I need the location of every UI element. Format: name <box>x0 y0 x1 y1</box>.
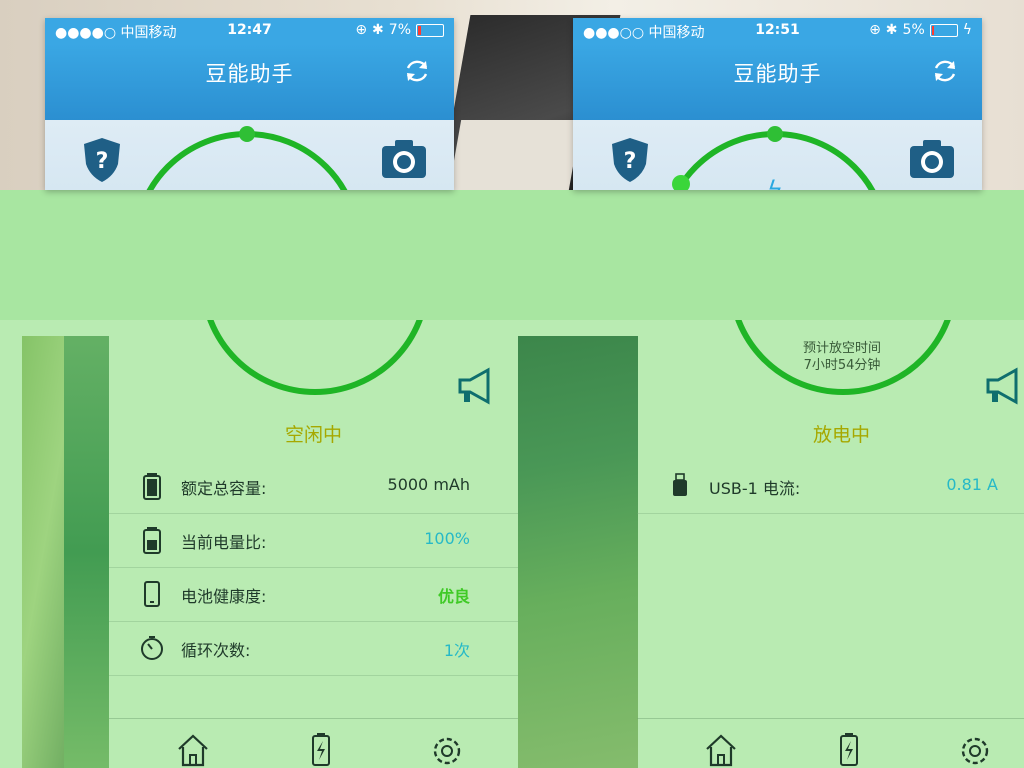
camera-icon[interactable] <box>380 138 428 180</box>
battery-percent: 7% <box>388 22 411 38</box>
battery-health-label: 电池健康度: <box>181 587 267 606</box>
list-item: 额定总容量: 5000 mAh <box>109 460 518 514</box>
charge-icon[interactable] <box>831 731 867 767</box>
timer-icon <box>141 636 163 660</box>
tab-bar <box>109 718 518 768</box>
svg-text:ϟ: ϟ <box>767 176 783 190</box>
refresh-icon[interactable] <box>930 56 960 86</box>
eta-value: 7小时54分钟 <box>803 358 881 373</box>
camera-icon[interactable] <box>908 138 956 180</box>
battery-icon <box>929 23 958 37</box>
help-shield-icon[interactable]: ? <box>609 136 651 184</box>
info-list: USB-1 电流: 0.81 A <box>637 460 1024 514</box>
phone-icon <box>144 581 160 607</box>
device-state: 空闲中 <box>284 424 342 446</box>
list-item: 循环次数: 1次 <box>109 622 518 676</box>
battery-percent: 5% <box>902 22 925 38</box>
current-charge-label: 当前电量比: <box>181 533 267 552</box>
nav-bar: 豆能助手 <box>573 44 982 120</box>
rated-capacity-label: 额定总容量: <box>181 479 267 498</box>
charge-icon[interactable] <box>303 731 339 767</box>
svg-text:?: ? <box>96 149 109 174</box>
refresh-icon[interactable] <box>402 56 432 86</box>
green-overlay-band <box>0 190 1024 336</box>
list-item: USB-1 电流: 0.81 A <box>637 460 1024 514</box>
help-shield-icon[interactable]: ? <box>81 136 123 184</box>
cycle-count-label: 循环次数: <box>181 641 251 660</box>
charging-bolt-icon: ϟ <box>962 22 972 38</box>
battery-ring <box>207 320 423 395</box>
battery-full-icon <box>143 473 161 500</box>
home-icon[interactable] <box>175 731 211 767</box>
right-phone-bottom: 预计放空时间 7小时54分钟 放电中 USB-1 电流: 0.81 A <box>637 320 1024 768</box>
status-bar: ●●●○○ 中国移动 12:51 ⊕ ✱ 5% ϟ <box>573 18 982 44</box>
megaphone-icon[interactable] <box>454 366 496 406</box>
background-strip <box>22 336 64 768</box>
usb-current-label: USB-1 电流: <box>709 479 801 498</box>
app-title: 豆能助手 <box>733 62 822 86</box>
app-title: 豆能助手 <box>205 62 294 86</box>
battery-icon <box>416 23 444 37</box>
rated-capacity-value: 5000 mAh <box>387 475 470 494</box>
home-icon[interactable] <box>703 731 739 767</box>
battery-health-value: 优良 <box>437 587 470 606</box>
gear-icon[interactable] <box>429 731 465 767</box>
eta-label: 预计放空时间 <box>802 341 881 356</box>
right-phone-top: ●●●○○ 中国移动 12:51 ⊕ ✱ 5% ϟ 豆能助手 ϟ ? <box>573 18 982 190</box>
left-phone-bottom: 空闲中 额定总容量: 5000 mAh 当前电量比: 100% 电池健康度: 优… <box>109 320 518 768</box>
status-bar: ●●●●○ 中国移动 12:47 ⊕ ✱ 7% <box>45 18 454 44</box>
nav-bar: 豆能助手 <box>45 44 454 120</box>
device-state: 放电中 <box>812 424 870 446</box>
background-light-object <box>448 120 582 190</box>
lock-rotation-icon: ⊕ <box>355 22 368 38</box>
info-list: 额定总容量: 5000 mAh 当前电量比: 100% 电池健康度: 优良 循环… <box>109 460 518 676</box>
battery-level-icon <box>143 527 161 554</box>
megaphone-icon[interactable] <box>982 366 1024 406</box>
list-item: 电池健康度: 优良 <box>109 568 518 622</box>
lock-rotation-icon: ⊕ <box>869 22 881 38</box>
battery-ring: ϟ <box>672 126 876 190</box>
bluetooth-icon: ✱ <box>885 22 898 38</box>
battery-ring <box>146 126 348 190</box>
current-charge-value: 100% <box>424 529 470 548</box>
usb-icon <box>673 473 687 496</box>
background-strip <box>518 336 638 768</box>
tab-bar <box>637 718 1024 768</box>
svg-text:?: ? <box>624 149 637 174</box>
list-item: 当前电量比: 100% <box>109 514 518 568</box>
gear-icon[interactable] <box>957 731 993 767</box>
left-phone-top: ●●●●○ 中国移动 12:47 ⊕ ✱ 7% 豆能助手 ? <box>45 18 454 190</box>
background-strip <box>64 336 109 768</box>
bluetooth-icon: ✱ <box>372 22 384 38</box>
cycle-count-value: 1次 <box>443 641 470 660</box>
usb-current-value: 0.81 A <box>946 475 998 494</box>
